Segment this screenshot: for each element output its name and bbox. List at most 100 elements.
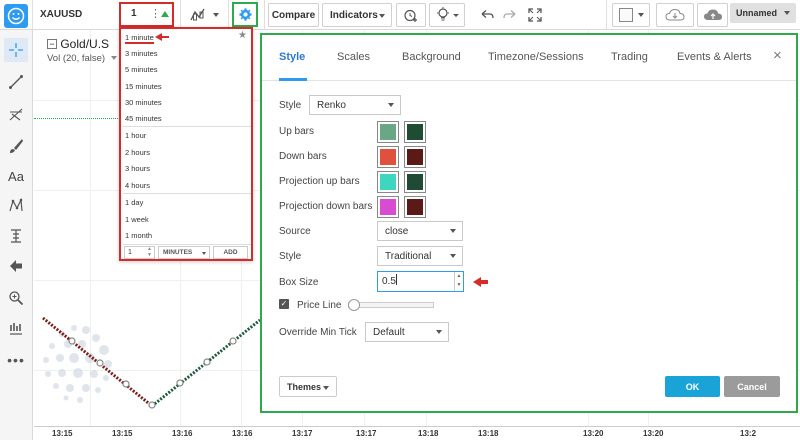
chart-type-icon[interactable] [188, 6, 208, 24]
symbol-search[interactable]: XAUUSD [40, 5, 112, 25]
interval-option[interactable]: 15 minutes [125, 79, 249, 95]
chart-style-select[interactable]: Renko [309, 95, 401, 115]
fullscreen-button[interactable] [523, 3, 547, 27]
smiley-icon[interactable] [4, 4, 28, 28]
source-select[interactable]: close [377, 221, 463, 241]
cloud-load-button[interactable] [656, 3, 694, 27]
tab-scales[interactable]: Scales [337, 51, 370, 63]
undo-icon [481, 10, 494, 19]
pattern-tool[interactable] [4, 194, 28, 218]
unit-dropdown-icon [202, 252, 206, 255]
drawing-toolbar: Aa ••• [0, 30, 33, 440]
projection-down-border-swatch[interactable] [404, 196, 426, 218]
box-size-input[interactable]: 0.5 ▲ ▼ [377, 271, 464, 292]
back-tool[interactable] [4, 254, 28, 278]
up-bars-color-swatch[interactable] [377, 121, 399, 143]
add-interval-button[interactable]: ADD [213, 246, 248, 259]
layout-button[interactable] [612, 3, 650, 27]
tab-events-alerts[interactable]: Events & Alerts [677, 51, 752, 63]
override-min-tick-value: Default [373, 326, 405, 338]
pattern-icon [9, 198, 23, 212]
trend-line-tool[interactable] [4, 70, 28, 94]
time-label: 13:20 [583, 429, 604, 438]
down-bars-label: Down bars [279, 151, 327, 162]
pitchfork-tool[interactable] [4, 102, 28, 126]
up-bars-border-fill [407, 124, 423, 140]
interval-option[interactable]: 5 minutes [125, 62, 249, 78]
projection-up-border-swatch[interactable] [404, 171, 426, 193]
chart-type-dropdown-icon[interactable] [213, 13, 219, 17]
compare-button[interactable]: Compare [268, 3, 319, 27]
box-size-spinner-icon[interactable]: ▲ ▼ [454, 272, 463, 291]
cloud-download-icon [665, 8, 685, 21]
interval-option[interactable]: 1 month [125, 228, 249, 244]
time-label: 13:15 [112, 429, 133, 438]
indicators-button[interactable]: Indicators [322, 3, 392, 27]
down-bars-color-fill [380, 149, 396, 165]
ok-button[interactable]: OK [665, 376, 720, 397]
up-bars-label: Up bars [279, 126, 315, 137]
tab-timezone-sessions[interactable]: Timezone/Sessions [488, 51, 584, 63]
price-line-style-slider[interactable] [348, 302, 434, 308]
box-style-select[interactable]: Traditional [377, 246, 463, 266]
themes-button[interactable]: Themes [279, 376, 337, 397]
box-style-label: Style [279, 251, 302, 262]
time-axis[interactable]: 13:15 13:15 13:16 13:16 13:17 13:17 13:1… [34, 426, 800, 440]
projection-down-color-swatch[interactable] [377, 196, 399, 218]
cancel-button[interactable]: Cancel [724, 376, 780, 397]
down-bars-border-swatch[interactable] [404, 146, 426, 168]
interval-option[interactable]: 1 hour [125, 128, 249, 144]
zoom-tool[interactable] [4, 286, 28, 310]
interval-option[interactable]: 1 day [125, 195, 249, 211]
interval-button[interactable]: 1 ⋮ [119, 2, 174, 27]
tab-trading[interactable]: Trading [611, 51, 648, 63]
interval-option[interactable]: 4 hours [125, 178, 249, 194]
projection-up-border-fill [407, 174, 423, 190]
interval-dropdown: 1 minute ★ 3 minutes 5 minutes 15 minute… [119, 27, 253, 261]
projection-up-bars-label: Projection up bars [279, 176, 360, 187]
up-bars-border-swatch[interactable] [404, 121, 426, 143]
override-min-tick-select[interactable]: Default [365, 322, 449, 342]
more-icon[interactable]: ⋮ [150, 7, 161, 20]
tab-background[interactable]: Background [402, 51, 461, 63]
favorite-star-icon[interactable]: ★ [238, 30, 247, 41]
replay-button[interactable] [429, 3, 465, 27]
object-tree-tool[interactable] [4, 316, 28, 340]
cloud-save-button[interactable] [697, 3, 728, 27]
interval-option[interactable]: 30 minutes [125, 95, 249, 111]
projection-down-border-fill [407, 199, 423, 215]
interval-option[interactable]: 45 minutes [125, 111, 249, 127]
more-tools[interactable]: ••• [4, 348, 28, 372]
alert-button[interactable] [396, 3, 426, 27]
projection-up-color-swatch[interactable] [377, 171, 399, 193]
arrow-left-icon [10, 260, 22, 272]
text-tool[interactable]: Aa [4, 164, 28, 188]
brush-tool[interactable] [4, 134, 28, 158]
time-label: 13:16 [232, 429, 253, 438]
tab-style[interactable]: Style [279, 51, 305, 63]
interval-option-1-minute[interactable]: 1 minute [125, 30, 249, 46]
redo-button[interactable] [499, 3, 521, 27]
custom-interval-input[interactable]: 1 ▲ ▼ [124, 246, 155, 259]
crosshair-tool[interactable] [4, 38, 28, 62]
undo-button[interactable] [476, 3, 498, 27]
alarm-clock-plus-icon [404, 9, 417, 22]
price-line-slider-knob[interactable] [348, 299, 360, 311]
time-label: 13:18 [418, 429, 439, 438]
chart-settings-button[interactable] [232, 2, 258, 27]
interval-option[interactable]: 2 hours [125, 145, 249, 161]
layout-name[interactable]: Unnamed [730, 3, 796, 23]
favorite-interval-icon[interactable] [161, 11, 169, 17]
layout-name-dropdown-icon [784, 11, 790, 15]
custom-interval-unit-select[interactable]: MINUTES [158, 246, 210, 259]
close-icon[interactable]: × [773, 47, 782, 64]
interval-option[interactable]: 1 week [125, 212, 249, 228]
custom-interval-value: 1 [128, 249, 132, 256]
measure-tool[interactable] [4, 224, 28, 248]
interval-option[interactable]: 3 hours [125, 161, 249, 177]
down-bars-color-swatch[interactable] [377, 146, 399, 168]
chart-style-value: Renko [317, 99, 346, 111]
interval-option[interactable]: 3 minutes [125, 46, 249, 62]
price-line-checkbox[interactable]: ✓ [279, 299, 289, 309]
interval-value: 1 [131, 8, 137, 19]
